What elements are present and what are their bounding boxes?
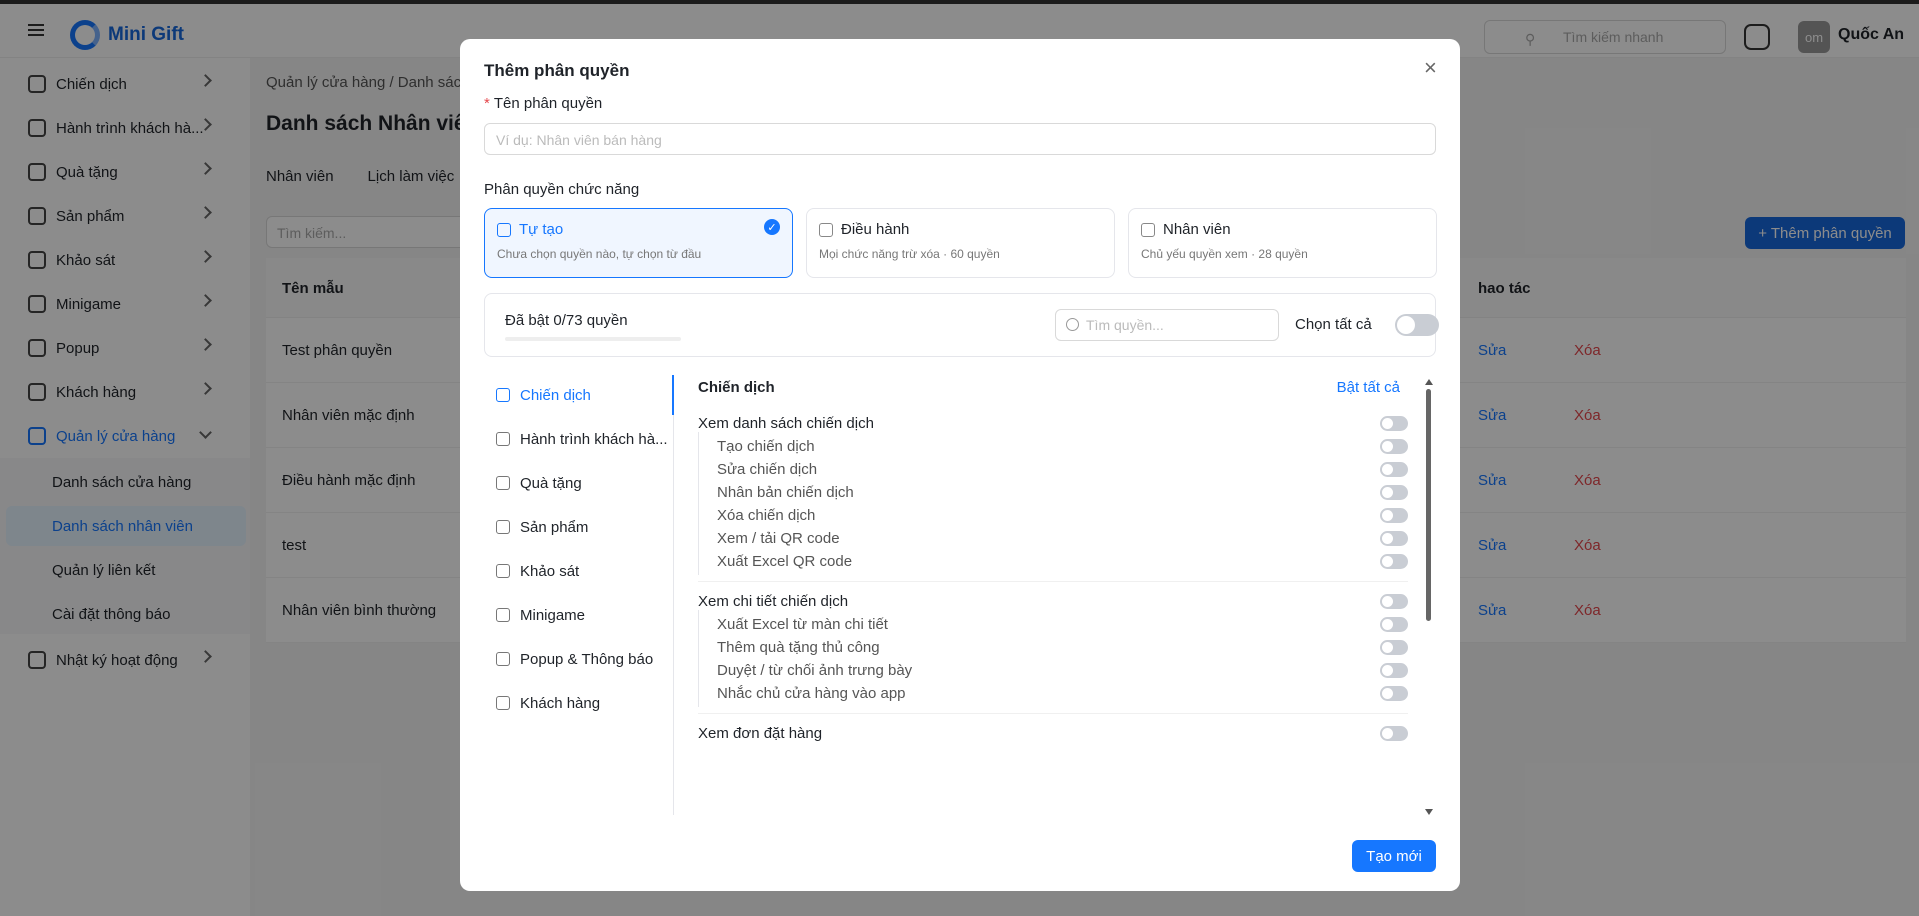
permission-list: Chiến dịch Bật tất cả Xem danh sách chiế… [698, 375, 1408, 815]
category-label: Khảo sát [520, 562, 580, 580]
category-popup-notification[interactable]: Popup & Thông báo [484, 639, 674, 679]
permission-item: Nhắc chủ cửa hàng vào app [698, 679, 1408, 707]
team-icon [1141, 222, 1155, 237]
users-icon [496, 696, 510, 710]
scroll-up-icon[interactable] [1425, 379, 1433, 385]
permission-panel-title: Chiến dịch [698, 379, 775, 396]
enabled-progress-bar [505, 337, 681, 341]
group-divider [698, 581, 1408, 582]
select-all-toggle[interactable] [1395, 314, 1439, 336]
add-permission-modal: Thêm phân quyền × * Tên phân quyền Ví dụ:… [460, 39, 1460, 891]
scroll-thumb[interactable] [1426, 389, 1431, 621]
permission-toggle[interactable] [1380, 416, 1408, 431]
permission-label: Nhân bản chiến dịch [717, 483, 854, 501]
close-icon[interactable]: × [1424, 57, 1437, 79]
check-circle-icon: ✓ [764, 219, 780, 235]
permission-label: Tạo chiến dịch [717, 437, 815, 455]
permission-toggle[interactable] [1380, 554, 1408, 569]
permission-search-input[interactable]: Tìm quyền... [1055, 309, 1279, 341]
permission-group: Xem đơn đặt hàng [698, 719, 1408, 747]
group-divider [698, 713, 1408, 714]
category-label: Hành trình khách hà... [520, 430, 668, 448]
permission-toggle[interactable] [1380, 594, 1408, 609]
permission-label: Xem đơn đặt hàng [698, 724, 823, 742]
required-mark: * [484, 95, 490, 112]
function-permission-label: Phân quyền chức năng [484, 181, 640, 198]
permission-search-placeholder: Tìm quyền... [1086, 317, 1164, 333]
category-gifts[interactable]: Quà tặng [484, 463, 674, 503]
permission-item: Xuất Excel QR code [698, 547, 1408, 575]
permission-label: Xóa chiến dịch [717, 506, 816, 524]
category-customers[interactable]: Khách hàng [484, 683, 674, 723]
category-campaign[interactable]: Chiến dịch [484, 375, 674, 415]
category-customer-journey[interactable]: Hành trình khách hà... [484, 419, 674, 459]
permission-toggle[interactable] [1380, 663, 1408, 678]
enabled-count: Đã bật 0/73 quyền [505, 312, 628, 329]
campaign-icon [496, 388, 510, 402]
permission-name-input[interactable]: Ví dụ: Nhân viên bán hàng [484, 123, 1436, 155]
permission-label: Xuất Excel QR code [717, 552, 853, 570]
box-icon [496, 520, 510, 534]
enable-all-link[interactable]: Bật tất cả [1337, 379, 1400, 396]
preset-card-title: Nhân viên [1163, 221, 1231, 238]
survey-icon [496, 564, 510, 578]
permission-toggle[interactable] [1380, 640, 1408, 655]
permission-toggle[interactable] [1380, 508, 1408, 523]
permission-label: Xem danh sách chiến dịch [698, 414, 874, 432]
search-icon [1066, 318, 1079, 331]
preset-card-subtitle: Chưa chọn quyền nào, tự chọn từ đầu [497, 247, 702, 261]
select-all-label: Chọn tất cả [1295, 316, 1372, 333]
permission-toggle[interactable] [1380, 462, 1408, 477]
popup-icon [496, 652, 510, 666]
category-list: Chiến dịch Hành trình khách hà... Quà tặ… [484, 375, 674, 815]
category-label: Quà tặng [520, 474, 582, 492]
preset-card-employee[interactable]: Nhân viên Chủ yếu quyền xem · 28 quyền [1128, 208, 1437, 278]
permission-label: Nhắc chủ cửa hàng vào app [717, 684, 906, 702]
user-icon [819, 222, 833, 237]
permission-toggle[interactable] [1380, 686, 1408, 701]
modal-title: Thêm phân quyền [484, 61, 630, 80]
journey-icon [496, 432, 510, 446]
permission-toggle[interactable] [1380, 531, 1408, 546]
category-products[interactable]: Sản phẩm [484, 507, 674, 547]
gift-icon [496, 476, 510, 490]
category-label: Minigame [520, 606, 586, 624]
permission-label: Duyệt / từ chối ảnh trưng bày [717, 661, 913, 679]
permission-scrollbar[interactable] [1425, 379, 1433, 815]
category-label: Popup & Thông báo [520, 650, 654, 668]
permission-label: Thêm quà tặng thủ công [717, 638, 880, 656]
game-icon [496, 608, 510, 622]
name-label-text: Tên phân quyền [493, 95, 603, 112]
category-survey[interactable]: Khảo sát [484, 551, 674, 591]
permission-toggle[interactable] [1380, 617, 1408, 632]
permission-label: Xem chi tiết chiến dịch [698, 592, 849, 610]
permission-label: Xem / tải QR code [717, 529, 840, 547]
preset-card-title: Điều hành [841, 221, 910, 238]
preset-card-operator[interactable]: Điều hành Mọi chức năng trừ xóa · 60 quy… [806, 208, 1115, 278]
permission-toggle[interactable] [1380, 485, 1408, 500]
permission-label: Xuất Excel từ màn chi tiết [717, 615, 888, 633]
permission-label: Sửa chiến dịch [717, 460, 818, 478]
create-button[interactable]: Tạo mới [1352, 840, 1436, 872]
category-label: Khách hàng [520, 694, 601, 712]
permission-summary-bar: Đã bật 0/73 quyền Tìm quyền... Chọn tất … [484, 293, 1439, 357]
permission-toggle[interactable] [1380, 726, 1408, 741]
preset-card-subtitle: Mọi chức năng trừ xóa · 60 quyền [819, 247, 1000, 261]
permission-toggle[interactable] [1380, 439, 1408, 454]
preset-card-subtitle: Chủ yếu quyền xem · 28 quyền [1141, 247, 1308, 261]
category-minigame[interactable]: Minigame [484, 595, 674, 635]
preset-card-custom[interactable]: Tự tạo Chưa chọn quyền nào, tự chọn từ đ… [484, 208, 793, 278]
preset-card-title: Tự tạo [519, 221, 564, 238]
name-label: * Tên phân quyền [484, 95, 602, 112]
pencil-icon [497, 222, 511, 237]
scroll-down-icon[interactable] [1425, 809, 1433, 815]
category-label: Chiến dịch [520, 386, 591, 404]
category-label: Sản phẩm [520, 518, 589, 536]
